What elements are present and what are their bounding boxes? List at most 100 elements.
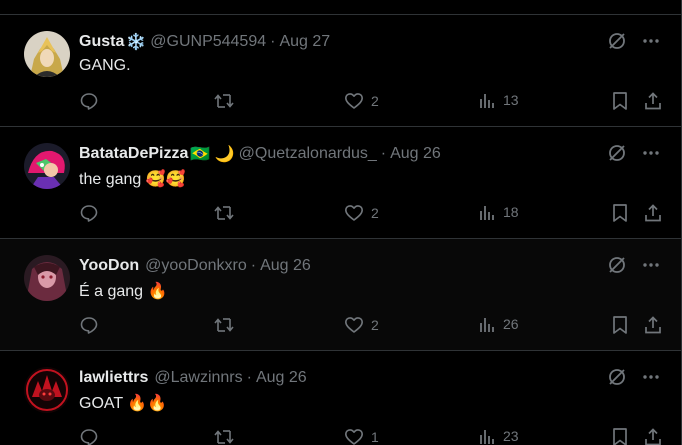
user-handle[interactable]: @Quetzalonardus_ xyxy=(239,145,377,163)
heart-icon xyxy=(345,429,363,445)
view-count: 26 xyxy=(503,316,519,332)
tweet-date[interactable]: Aug 26 xyxy=(390,145,441,163)
tweet[interactable]: BatataDePizza 🇧🇷 🌙 @Quetzalonardus_ · Au… xyxy=(0,127,681,239)
share-button[interactable] xyxy=(643,203,663,223)
retweet-icon xyxy=(214,94,234,108)
retweet-button[interactable] xyxy=(213,203,242,223)
views-icon xyxy=(480,430,494,444)
reply-icon xyxy=(80,317,98,334)
reply-icon xyxy=(80,205,98,222)
bookmark-button[interactable] xyxy=(611,91,629,111)
tweet-actions: 2 13 xyxy=(79,91,663,111)
display-name[interactable]: YooDon xyxy=(79,257,139,275)
views-button[interactable]: 13 xyxy=(478,91,519,109)
share-button[interactable] xyxy=(643,427,663,445)
grok-icon[interactable] xyxy=(607,255,627,275)
separator-dot: · xyxy=(250,257,257,274)
like-count: 2 xyxy=(371,93,379,109)
reply-button[interactable] xyxy=(79,91,106,111)
grok-icon[interactable] xyxy=(607,367,627,387)
tweet[interactable]: Gusta ❄️ @GUNP544594 · Aug 27 GANG. 2 13 xyxy=(0,15,681,127)
avatar[interactable] xyxy=(24,255,70,301)
retweet-button[interactable] xyxy=(213,91,242,111)
share-icon xyxy=(645,92,661,110)
more-icon[interactable] xyxy=(641,367,661,387)
views-button[interactable]: 26 xyxy=(478,315,519,333)
more-icon[interactable] xyxy=(641,143,661,163)
tweet-date[interactable]: Aug 26 xyxy=(256,369,307,387)
tweet-top-actions xyxy=(607,367,661,387)
retweet-icon xyxy=(214,430,234,444)
retweet-button[interactable] xyxy=(213,315,242,335)
user-handle[interactable]: @Lawzinnrs xyxy=(154,369,242,387)
bookmark-icon xyxy=(613,428,627,445)
like-button[interactable]: 1 xyxy=(344,427,379,445)
display-name[interactable]: Gusta xyxy=(79,33,124,51)
tweet-date[interactable]: Aug 27 xyxy=(279,33,330,51)
tweet-actions: 1 23 xyxy=(79,427,663,445)
view-count: 18 xyxy=(503,204,519,220)
retweet-button[interactable] xyxy=(213,427,242,445)
views-icon xyxy=(480,94,494,108)
user-handle[interactable]: @GUNP544594 xyxy=(150,33,266,51)
tweet[interactable]: lawliettrs @Lawzinnrs · Aug 26 GOAT 🔥🔥 1… xyxy=(0,351,681,445)
share-icon xyxy=(645,316,661,334)
heart-icon xyxy=(345,205,363,221)
bookmark-icon xyxy=(613,92,627,110)
share-button[interactable] xyxy=(643,315,663,335)
heart-icon xyxy=(345,93,363,109)
grok-icon[interactable] xyxy=(607,143,627,163)
views-button[interactable]: 23 xyxy=(478,427,519,445)
tweet-text: GOAT 🔥🔥 xyxy=(79,395,168,412)
view-count: 23 xyxy=(503,428,519,444)
tweet-header: BatataDePizza 🇧🇷 🌙 @Quetzalonardus_ · Au… xyxy=(79,144,441,164)
reply-icon xyxy=(80,429,98,445)
separator-dot: · xyxy=(380,145,387,162)
tweet-top-actions xyxy=(607,143,661,163)
reply-icon xyxy=(80,93,98,110)
reply-button[interactable] xyxy=(79,315,106,335)
bookmark-button[interactable] xyxy=(611,203,629,223)
tweet-text: É a gang 🔥 xyxy=(79,283,168,300)
retweet-icon xyxy=(214,206,234,220)
bookmark-icon xyxy=(613,204,627,222)
views-button[interactable]: 18 xyxy=(478,203,519,221)
display-name[interactable]: BatataDePizza xyxy=(79,145,188,163)
reply-button[interactable] xyxy=(79,203,106,223)
views-icon xyxy=(480,206,494,220)
avatar[interactable] xyxy=(24,143,70,189)
like-count: 2 xyxy=(371,205,379,221)
tweet-header: YooDon @yooDonkxro · Aug 26 xyxy=(79,256,311,276)
tweet-actions: 2 18 xyxy=(79,203,663,223)
like-button[interactable]: 2 xyxy=(344,91,379,111)
reply-button[interactable] xyxy=(79,427,106,445)
like-button[interactable]: 2 xyxy=(344,315,379,335)
tweet-header: Gusta ❄️ @GUNP544594 · Aug 27 xyxy=(79,32,330,52)
user-handle[interactable]: @yooDonkxro xyxy=(145,257,247,275)
avatar[interactable] xyxy=(24,31,70,77)
share-button[interactable] xyxy=(643,91,663,111)
bookmark-button[interactable] xyxy=(611,427,629,445)
display-name[interactable]: lawliettrs xyxy=(79,369,148,387)
tweet-header: lawliettrs @Lawzinnrs · Aug 26 xyxy=(79,368,307,388)
flag-moon-emoji: 🇧🇷 🌙 xyxy=(190,146,235,163)
tweet-actions: 2 26 xyxy=(79,315,663,335)
retweet-icon xyxy=(214,318,234,332)
share-icon xyxy=(645,204,661,222)
bookmark-icon xyxy=(613,316,627,334)
heart-icon xyxy=(345,317,363,333)
like-button[interactable]: 2 xyxy=(344,203,379,223)
tweet[interactable]: YooDon @yooDonkxro · Aug 26 É a gang 🔥 2… xyxy=(0,239,681,351)
tweet-top-actions xyxy=(607,31,661,51)
avatar[interactable] xyxy=(24,367,70,413)
more-icon[interactable] xyxy=(641,255,661,275)
more-icon[interactable] xyxy=(641,31,661,51)
view-count: 13 xyxy=(503,92,519,108)
share-icon xyxy=(645,428,661,445)
tweet-date[interactable]: Aug 26 xyxy=(260,257,311,275)
tweet-text: GANG. xyxy=(79,57,131,74)
snowflake-emoji: ❄️ xyxy=(126,34,147,51)
bookmark-button[interactable] xyxy=(611,315,629,335)
grok-icon[interactable] xyxy=(607,31,627,51)
like-count: 2 xyxy=(371,317,379,333)
